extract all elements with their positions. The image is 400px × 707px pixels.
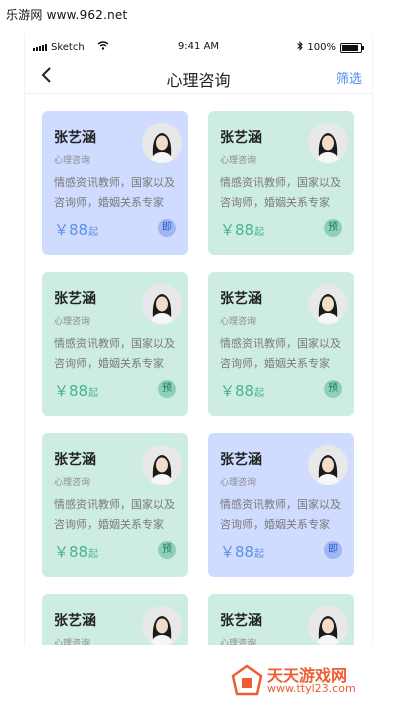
status-bar: Sketch 9:41 AM 100% bbox=[25, 33, 372, 59]
price: ￥88起 bbox=[54, 219, 98, 240]
counselor-card[interactable]: 张艺涵 心理咨询 情感资讯教师，国家以及咨询师，婚姻关系专家 ￥88起 预 bbox=[42, 272, 188, 416]
counselor-card[interactable]: 张艺涵 心理咨询 情感资讯教师，国家以及咨询师，婚姻关系专家 ￥88起 即 bbox=[42, 111, 188, 255]
counselor-description: 情感资讯教师，国家以及咨询师，婚姻关系专家 bbox=[220, 176, 341, 209]
counselor-card[interactable]: 张艺涵 心理咨询 情感资讯教师，国家以及咨询师，婚姻关系专家 ￥88起 预 bbox=[208, 111, 354, 255]
counselor-subtitle: 心理咨询 bbox=[54, 639, 91, 645]
price-value: ￥88 bbox=[54, 221, 89, 239]
avatar bbox=[142, 606, 182, 645]
counselor-subtitle: 心理咨询 bbox=[220, 156, 257, 166]
counselor-subtitle: 心理咨询 bbox=[54, 317, 91, 327]
counselor-name: 张艺涵 bbox=[54, 130, 96, 146]
booking-badge: 预 bbox=[324, 219, 342, 237]
price-unit: 起 bbox=[88, 227, 99, 238]
counselor-name: 张艺涵 bbox=[220, 291, 262, 307]
counselor-subtitle: 心理咨询 bbox=[54, 478, 91, 488]
watermark-url: www.ttyl23.com bbox=[267, 682, 356, 695]
site-watermark-bottom: 天天游戏网 www.ttyl23.com bbox=[225, 660, 395, 700]
watermark-logo-icon bbox=[231, 664, 263, 700]
counselor-subtitle: 心理咨询 bbox=[220, 317, 257, 327]
counselor-card[interactable]: 张艺涵 心理咨询 情感资讯教师，国家以及咨询师，婚姻关系专家 ￥88起 预 bbox=[208, 272, 354, 416]
counselor-card[interactable]: 张艺涵 心理咨询 bbox=[42, 594, 188, 645]
counselor-subtitle: 心理咨询 bbox=[54, 156, 91, 166]
battery-percent: 100% bbox=[307, 42, 336, 53]
booking-badge: 预 bbox=[324, 380, 342, 398]
nav-bar: 心理咨询 筛选 bbox=[25, 59, 372, 94]
avatar bbox=[142, 123, 182, 163]
counselor-name: 张艺涵 bbox=[220, 613, 262, 629]
counselor-description: 情感资讯教师，国家以及咨询师，婚姻关系专家 bbox=[220, 498, 341, 531]
avatar bbox=[308, 606, 348, 645]
counselor-name: 张艺涵 bbox=[220, 452, 262, 468]
price: ￥88起 bbox=[54, 541, 98, 562]
booking-badge: 预 bbox=[158, 380, 176, 398]
site-watermark-top: 乐游网 www.962.net bbox=[6, 8, 128, 22]
booking-badge: 预 bbox=[158, 541, 176, 559]
avatar bbox=[142, 284, 182, 324]
price: ￥88起 bbox=[54, 380, 98, 401]
phone-screen: Sketch 9:41 AM 100% 心理咨询 筛选 张艺涵 心理咨询 情感资… bbox=[24, 33, 373, 645]
price: ￥88起 bbox=[220, 380, 264, 401]
bluetooth-icon bbox=[297, 41, 304, 54]
counselor-name: 张艺涵 bbox=[54, 291, 96, 307]
price: ￥88起 bbox=[220, 219, 264, 240]
price-value: ￥88 bbox=[220, 221, 255, 239]
price-unit: 起 bbox=[254, 549, 265, 560]
counselor-description: 情感资讯教师，国家以及咨询师，婚姻关系专家 bbox=[54, 176, 175, 209]
avatar bbox=[308, 445, 348, 485]
counselor-name: 张艺涵 bbox=[54, 452, 96, 468]
avatar bbox=[308, 123, 348, 163]
counselor-subtitle: 心理咨询 bbox=[220, 639, 257, 645]
booking-badge: 即 bbox=[324, 541, 342, 559]
counselor-card[interactable]: 张艺涵 心理咨询 情感资讯教师，国家以及咨询师，婚姻关系专家 ￥88起 预 bbox=[42, 433, 188, 577]
price-unit: 起 bbox=[254, 388, 265, 399]
counselor-card[interactable]: 张艺涵 心理咨询 情感资讯教师，国家以及咨询师，婚姻关系专家 ￥88起 即 bbox=[208, 433, 354, 577]
counselor-card[interactable]: 张艺涵 心理咨询 bbox=[208, 594, 354, 645]
battery-icon bbox=[340, 42, 364, 53]
price-unit: 起 bbox=[254, 227, 265, 238]
price-value: ￥88 bbox=[54, 543, 89, 561]
counselor-name: 张艺涵 bbox=[220, 130, 262, 146]
price-unit: 起 bbox=[88, 388, 99, 399]
counselor-description: 情感资讯教师，国家以及咨询师，婚姻关系专家 bbox=[54, 498, 175, 531]
price-value: ￥88 bbox=[220, 543, 255, 561]
counselor-subtitle: 心理咨询 bbox=[220, 478, 257, 488]
avatar bbox=[308, 284, 348, 324]
page-title: 心理咨询 bbox=[166, 71, 231, 90]
counselor-description: 情感资讯教师，国家以及咨询师，婚姻关系专家 bbox=[54, 337, 175, 370]
price-value: ￥88 bbox=[220, 382, 255, 400]
price: ￥88起 bbox=[220, 541, 264, 562]
counselor-name: 张艺涵 bbox=[54, 613, 96, 629]
booking-badge: 即 bbox=[158, 219, 176, 237]
price-value: ￥88 bbox=[54, 382, 89, 400]
filter-button[interactable]: 筛选 bbox=[336, 68, 362, 87]
avatar bbox=[142, 445, 182, 485]
counselor-description: 情感资讯教师，国家以及咨询师，婚姻关系专家 bbox=[220, 337, 341, 370]
status-right: 100% bbox=[297, 41, 364, 54]
price-unit: 起 bbox=[88, 549, 99, 560]
